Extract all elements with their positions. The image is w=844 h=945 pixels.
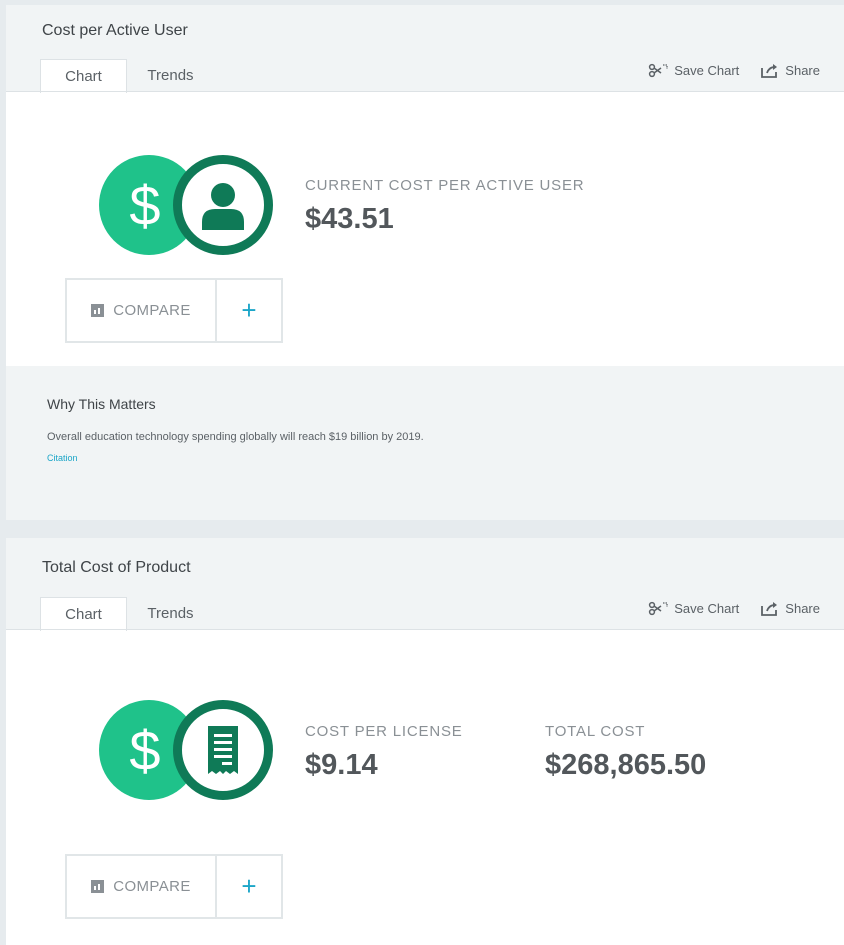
why-this-matters: Why This Matters Overall education techn… [6, 366, 844, 520]
panel-title: Cost per Active User [42, 22, 188, 39]
tab-bar: Chart Trends [40, 597, 214, 631]
add-compare-button[interactable]: + [217, 280, 281, 341]
header-divider [6, 91, 844, 92]
why-title: Why This Matters [47, 396, 156, 412]
total-cost-value: $268,865.50 [545, 749, 707, 781]
compare-label: COMPARE [113, 878, 191, 895]
share-button[interactable]: Share [761, 601, 820, 616]
current-cost-value: $43.51 [305, 203, 394, 235]
bar-chart-icon [91, 880, 105, 893]
compare-label: COMPARE [113, 302, 191, 319]
add-compare-button[interactable]: + [217, 856, 281, 917]
user-icon [173, 155, 273, 255]
share-label: Share [785, 63, 820, 78]
total-cost-label: TOTAL COST [545, 723, 646, 740]
receipt-icon [173, 700, 273, 800]
tab-chart[interactable]: Chart [40, 59, 127, 93]
save-chart-icon [648, 63, 668, 78]
header-divider [6, 629, 844, 630]
panel-header: Total Cost of Product Chart Trends Save … [6, 538, 844, 631]
current-cost-label: CURRENT COST PER ACTIVE USER [305, 177, 585, 194]
save-chart-button[interactable]: Save Chart [648, 601, 739, 616]
total-cost-of-product-panel: Total Cost of Product Chart Trends Save … [6, 538, 844, 945]
share-label: Share [785, 601, 820, 616]
citation-link[interactable]: Citation [47, 453, 78, 463]
cost-per-license-label: COST PER LICENSE [305, 723, 463, 740]
header-actions: Save Chart Share [648, 601, 820, 616]
cost-per-user-icon-group: $ [99, 155, 279, 255]
total-cost-icon-group: $ [99, 700, 279, 800]
bar-chart-icon [91, 304, 105, 317]
compare-controls: COMPARE + [65, 278, 283, 343]
share-icon [761, 601, 779, 616]
save-chart-button[interactable]: Save Chart [648, 63, 739, 78]
panel-header: Cost per Active User Chart Trends Save C… [6, 5, 844, 93]
save-chart-label: Save Chart [674, 63, 740, 78]
tab-bar: Chart Trends [40, 59, 214, 93]
why-text: Overall education technology spending gl… [47, 431, 424, 443]
cost-per-license-value: $9.14 [305, 749, 378, 781]
header-actions: Save Chart Share [648, 63, 820, 78]
compare-button[interactable]: COMPARE [67, 856, 217, 917]
compare-controls: COMPARE + [65, 854, 283, 919]
save-chart-icon [648, 601, 668, 616]
cost-per-active-user-panel: Cost per Active User Chart Trends Save C… [6, 5, 844, 520]
tab-trends[interactable]: Trends [127, 597, 214, 630]
share-icon [761, 63, 779, 78]
panel-title: Total Cost of Product [42, 559, 191, 576]
tab-trends[interactable]: Trends [127, 59, 214, 92]
share-button[interactable]: Share [761, 63, 820, 78]
tab-chart[interactable]: Chart [40, 597, 127, 631]
compare-button[interactable]: COMPARE [67, 280, 217, 341]
save-chart-label: Save Chart [674, 601, 740, 616]
